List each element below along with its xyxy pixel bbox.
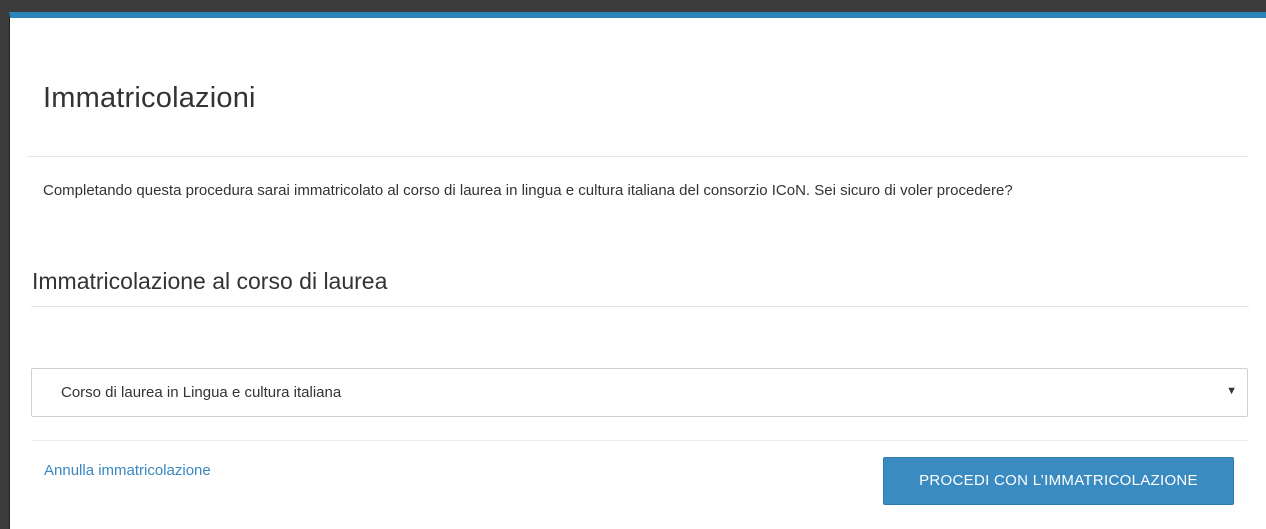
course-select-value: Corso di laurea in Lingua e cultura ital… (61, 384, 342, 401)
intro-text: Completando questa procedura sarai immat… (43, 182, 1013, 199)
modal-title: Immatricolazioni (43, 82, 256, 114)
modal-header: Immatricolazioni (27, 18, 1249, 157)
footer-divider (31, 440, 1249, 441)
enrollment-modal: Immatricolazioni Completando questa proc… (9, 12, 1266, 529)
course-select[interactable]: Corso di laurea in Lingua e cultura ital… (31, 368, 1248, 417)
cancel-enrollment-link[interactable]: Annulla immatricolazione (44, 462, 211, 479)
proceed-enrollment-button[interactable]: PROCEDI CON L’IMMATRICOLAZIONE (883, 457, 1234, 505)
section-title: Immatricolazione al corso di laurea (32, 268, 388, 294)
section-divider (31, 306, 1249, 307)
chevron-down-icon: ▼ (1226, 385, 1237, 397)
